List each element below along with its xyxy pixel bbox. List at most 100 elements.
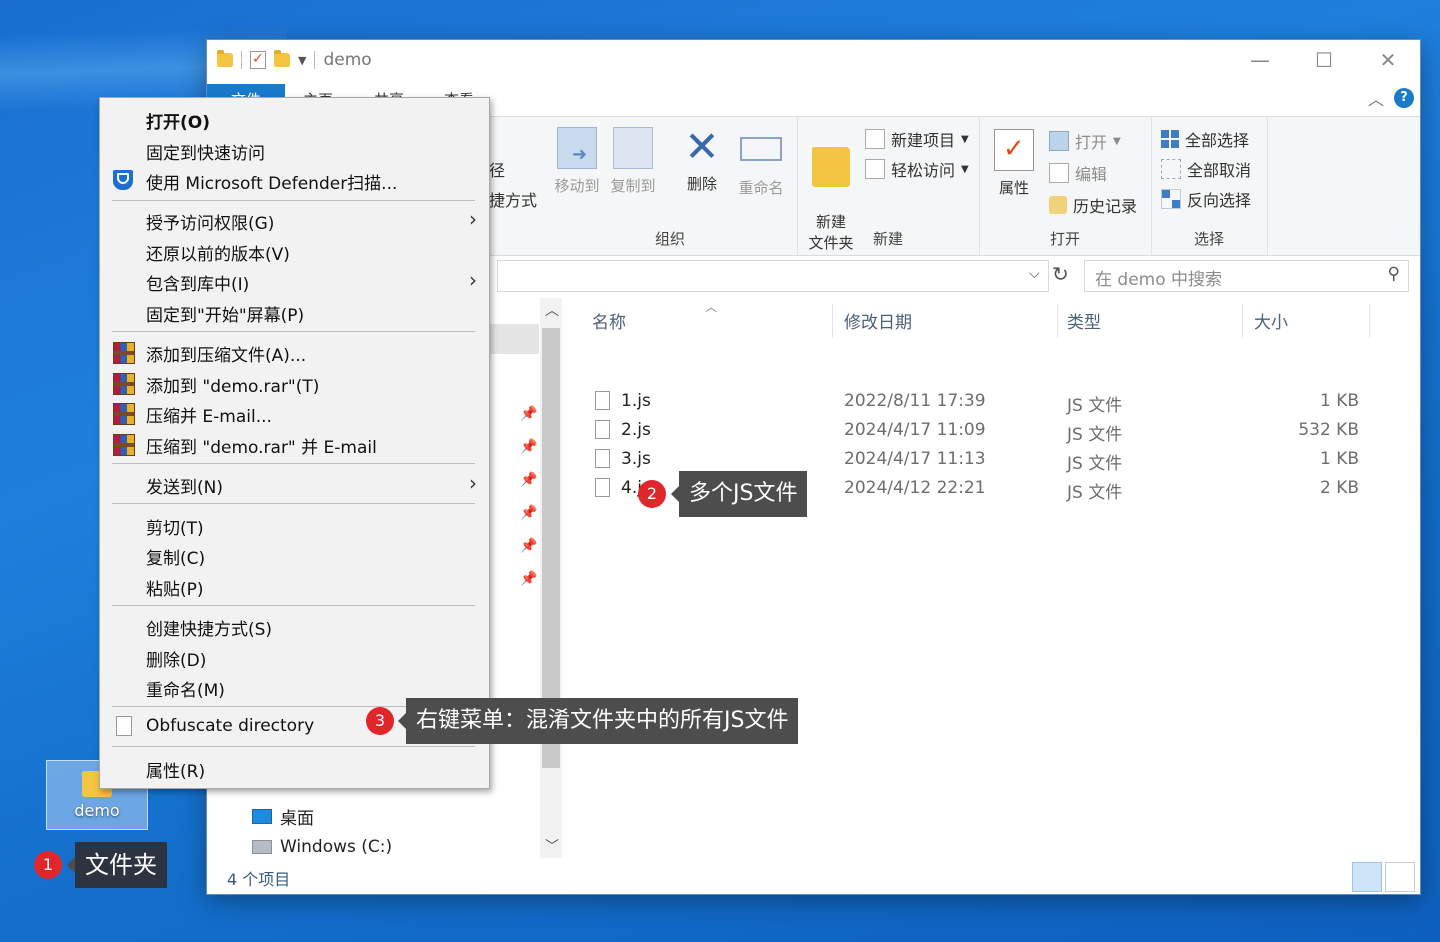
edit-button[interactable]: 编辑 bbox=[1049, 161, 1107, 185]
menu-item-send-to[interactable]: 发送到(N) › bbox=[100, 469, 489, 498]
column-header-size[interactable]: 大小 bbox=[1254, 308, 1288, 333]
new-folder-icon[interactable] bbox=[274, 50, 290, 67]
sort-ascending-icon: ︿ bbox=[705, 300, 718, 314]
column-header-date[interactable]: 修改日期 bbox=[844, 308, 912, 333]
file-size: 1 KB bbox=[1319, 391, 1359, 411]
details-view-button[interactable] bbox=[1352, 862, 1382, 892]
menu-item-create-shortcut[interactable]: 创建快捷方式(S) bbox=[100, 611, 489, 640]
close-icon[interactable]: ✕ bbox=[1356, 40, 1420, 80]
menu-divider bbox=[112, 746, 475, 747]
menu-item-rename[interactable]: 重命名(M) bbox=[100, 672, 489, 701]
pin-icon[interactable]: 📌 bbox=[520, 571, 537, 587]
rename-icon bbox=[740, 137, 782, 161]
easy-access-button[interactable]: 轻松访问 ▼ bbox=[865, 157, 969, 181]
nav-item-desktop[interactable]: 桌面 bbox=[252, 804, 314, 829]
file-size: 2 KB bbox=[1319, 478, 1359, 498]
file-size: 532 KB bbox=[1298, 420, 1359, 440]
menu-item-grant-access[interactable]: 授予访问权限(G) › bbox=[100, 205, 489, 234]
menu-item-compress-email[interactable]: 压缩并 E-mail... bbox=[100, 398, 489, 427]
js-file-icon bbox=[595, 449, 610, 468]
help-icon[interactable]: ? bbox=[1394, 88, 1414, 108]
scroll-down-icon[interactable]: ﹀ bbox=[545, 836, 559, 856]
file-type: JS 文件 bbox=[1067, 425, 1123, 445]
context-menu: 打开(O) 固定到快速访问 使用 Microsoft Defender扫描...… bbox=[99, 97, 490, 789]
menu-item-pin-start[interactable]: 固定到"开始"屏幕(P) bbox=[100, 297, 489, 326]
refresh-icon[interactable]: ↻ bbox=[1052, 262, 1069, 286]
file-type: JS 文件 bbox=[1067, 454, 1123, 474]
column-divider[interactable] bbox=[1242, 304, 1243, 338]
dropdown-caret-icon: ▼ bbox=[1113, 135, 1121, 147]
rename-label: 重命名 bbox=[738, 179, 784, 197]
menu-item-label: 发送到(N) bbox=[146, 478, 223, 498]
new-item-button[interactable]: 新建项目 ▼ bbox=[865, 127, 969, 151]
copy-to-button[interactable]: 复制到 bbox=[607, 127, 659, 196]
file-name: 2.js bbox=[621, 420, 651, 440]
properties-check-icon[interactable]: ✓ bbox=[250, 51, 266, 69]
pin-icon[interactable]: 📌 bbox=[520, 505, 537, 521]
window-title: demo bbox=[323, 50, 372, 70]
menu-item-copy[interactable]: 复制(C) bbox=[100, 540, 489, 569]
nav-selected-item[interactable] bbox=[489, 324, 539, 354]
menu-item-add-archive[interactable]: 添加到压缩文件(A)... bbox=[100, 337, 489, 366]
collapse-ribbon-icon[interactable]: ︿ bbox=[1368, 86, 1384, 110]
js-file-icon bbox=[595, 478, 610, 497]
nav-scrollbar[interactable]: ︿ ﹀ bbox=[540, 298, 562, 858]
pin-icon[interactable]: 📌 bbox=[520, 538, 537, 554]
column-divider[interactable] bbox=[1057, 304, 1058, 338]
invert-selection-button[interactable]: 反向选择 bbox=[1161, 187, 1251, 211]
ribbon-group-open: 属性 打开 ▼ 编辑 历史记录 打开 bbox=[979, 117, 1152, 255]
annotation-callout: 右键菜单：混淆文件夹中的所有JS文件 bbox=[397, 698, 799, 744]
file-row[interactable]: 1.js 2022/8/11 17:39 JS 文件 1 KB bbox=[577, 388, 1377, 417]
copy-to-label: 复制到 bbox=[610, 177, 656, 195]
pin-icon[interactable]: 📌 bbox=[520, 472, 537, 488]
ribbon-group-new: 新建 文件夹 新建项目 ▼ 轻松访问 ▼ 新建 bbox=[797, 117, 980, 255]
menu-item-pin-quick-access[interactable]: 固定到快速访问 bbox=[100, 135, 489, 164]
minimize-icon[interactable]: — bbox=[1228, 40, 1292, 80]
nav-item-label: 桌面 bbox=[280, 809, 314, 829]
pin-icon[interactable]: 📌 bbox=[520, 439, 537, 455]
menu-item-compress-demo-email[interactable]: 压缩到 "demo.rar" 并 E-mail bbox=[100, 429, 489, 458]
menu-item-label: Obfuscate directory bbox=[146, 716, 315, 736]
menu-item-delete[interactable]: 删除(D) bbox=[100, 642, 489, 671]
column-divider[interactable] bbox=[1369, 304, 1370, 338]
pin-icon[interactable]: 📌 bbox=[520, 406, 537, 422]
column-header-name[interactable]: 名称 bbox=[592, 308, 626, 333]
menu-item-add-demo-rar[interactable]: 添加到 "demo.rar"(T) bbox=[100, 368, 489, 397]
scroll-up-icon[interactable]: ︿ bbox=[545, 300, 559, 320]
address-bar[interactable] bbox=[497, 260, 1049, 292]
menu-item-restore-versions[interactable]: 还原以前的版本(V) bbox=[100, 236, 489, 265]
file-date: 2024/4/17 11:09 bbox=[844, 420, 986, 440]
large-icons-view-button[interactable] bbox=[1385, 862, 1415, 892]
select-none-button[interactable]: 全部取消 bbox=[1161, 157, 1251, 181]
file-type: JS 文件 bbox=[1067, 396, 1123, 416]
menu-item-defender-scan[interactable]: 使用 Microsoft Defender扫描... bbox=[100, 165, 489, 194]
menu-item-include-library[interactable]: 包含到库中(I) › bbox=[100, 266, 489, 295]
menu-item-label: 压缩到 "demo.rar" 并 E-mail bbox=[146, 438, 377, 458]
delete-button[interactable]: ✕ 删除 bbox=[679, 126, 725, 194]
maximize-icon[interactable]: ☐ bbox=[1292, 40, 1356, 80]
chevron-down-icon[interactable]: ▼ bbox=[298, 54, 306, 67]
search-input[interactable]: 在 demo 中搜索 ⚲ bbox=[1084, 260, 1409, 292]
select-all-label: 全部选择 bbox=[1185, 131, 1250, 150]
menu-item-cut[interactable]: 剪切(T) bbox=[100, 510, 489, 539]
history-button[interactable]: 历史记录 bbox=[1049, 193, 1137, 217]
open-button[interactable]: 打开 ▼ bbox=[1049, 129, 1121, 153]
edit-label: 编辑 bbox=[1075, 165, 1108, 184]
file-size: 1 KB bbox=[1319, 449, 1359, 469]
properties-label: 属性 bbox=[998, 179, 1029, 197]
group-label-select: 选择 bbox=[1193, 230, 1224, 248]
column-header-type[interactable]: 类型 bbox=[1067, 308, 1101, 333]
move-to-button[interactable]: 移动到 bbox=[551, 127, 603, 196]
properties-button[interactable]: 属性 bbox=[991, 129, 1037, 198]
menu-item-properties[interactable]: 属性(R) bbox=[100, 753, 489, 782]
chevron-down-icon[interactable]: ⌵ bbox=[1029, 266, 1040, 282]
folder-icon bbox=[217, 50, 233, 67]
menu-item-paste[interactable]: 粘贴(P) bbox=[100, 571, 489, 600]
menu-item-open[interactable]: 打开(O) bbox=[100, 104, 489, 133]
nav-item-drive-c[interactable]: Windows (C:) bbox=[252, 837, 392, 857]
column-divider[interactable] bbox=[832, 304, 833, 338]
easy-access-icon bbox=[865, 159, 885, 179]
file-row[interactable]: 2.js 2024/4/17 11:09 JS 文件 532 KB bbox=[577, 417, 1377, 446]
rename-button[interactable]: 重命名 bbox=[733, 127, 789, 198]
select-all-button[interactable]: 全部选择 bbox=[1161, 127, 1249, 151]
